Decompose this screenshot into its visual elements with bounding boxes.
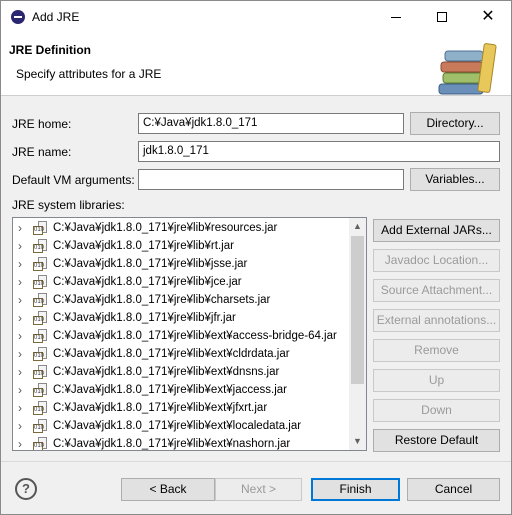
list-item[interactable]: › 010 C:¥Java¥jdk1.8.0_171¥jre¥lib¥ext¥jfx…	[13, 400, 350, 418]
javadoc-location-button[interactable]: Javadoc Location...	[373, 249, 500, 272]
list-item[interactable]: › 010 C:¥Java¥jdk1.8.0_171¥jre¥lib¥ext¥loc…	[13, 418, 350, 436]
library-path: C:¥Java¥jdk1.8.0_171¥jre¥lib¥ext¥dnsns.j…	[53, 366, 280, 378]
jre-name-label: JRE name:	[12, 145, 72, 159]
chevron-right-icon[interactable]: ›	[18, 365, 22, 379]
chevron-right-icon[interactable]: ›	[18, 257, 22, 271]
jre-name-field[interactable]: jdk1.8.0_171	[138, 141, 500, 162]
jar-file-icon: 010	[33, 311, 47, 326]
jre-home-label: JRE home:	[12, 117, 72, 131]
jar-file-icon: 010	[33, 275, 47, 290]
library-path: C:¥Java¥jdk1.8.0_171¥jre¥lib¥ext¥localed…	[53, 420, 302, 432]
cancel-button[interactable]: Cancel	[407, 478, 500, 501]
restore-default-button[interactable]: Restore Default	[373, 429, 500, 452]
jar-file-icon: 010	[33, 329, 47, 344]
directory-button[interactable]: Directory...	[410, 112, 500, 135]
scroll-up-icon[interactable]: ▲	[349, 218, 366, 235]
jar-file-icon: 010	[33, 401, 47, 416]
chevron-right-icon[interactable]: ›	[18, 221, 22, 235]
library-path: C:¥Java¥jdk1.8.0_171¥jre¥lib¥ext¥nashorn…	[53, 438, 291, 450]
list-item[interactable]: › 010 C:¥Java¥jdk1.8.0_171¥jre¥lib¥jsse.ja…	[13, 256, 350, 274]
books-icon	[438, 43, 497, 95]
window-title: Add JRE	[32, 10, 80, 24]
list-item[interactable]: › 010 C:¥Java¥jdk1.8.0_171¥jre¥lib¥ext¥nas…	[13, 436, 350, 450]
maximize-icon	[437, 12, 447, 23]
list-item[interactable]: › 010 C:¥Java¥jdk1.8.0_171¥jre¥lib¥jce.jar	[13, 274, 350, 292]
close-button[interactable]: ✕	[465, 1, 511, 32]
footer-divider	[1, 461, 511, 462]
list-item[interactable]: › 010 C:¥Java¥jdk1.8.0_171¥jre¥lib¥charset…	[13, 292, 350, 310]
source-attachment-button[interactable]: Source Attachment...	[373, 279, 500, 302]
jar-file-icon: 010	[33, 419, 47, 434]
library-path: C:¥Java¥jdk1.8.0_171¥jre¥lib¥ext¥access-…	[53, 330, 337, 342]
library-path: C:¥Java¥jdk1.8.0_171¥jre¥lib¥ext¥cldrdat…	[53, 348, 290, 360]
library-path: C:¥Java¥jdk1.8.0_171¥jre¥lib¥jfr.jar	[53, 312, 236, 324]
chevron-right-icon[interactable]: ›	[18, 275, 22, 289]
libraries-label: JRE system libraries:	[12, 198, 125, 212]
jre-libraries-list[interactable]: › 010 C:¥Java¥jdk1.8.0_171¥jre¥lib¥resourc…	[12, 217, 367, 451]
list-scrollbar[interactable]: ▲ ▼	[349, 218, 366, 450]
library-path: C:¥Java¥jdk1.8.0_171¥jre¥lib¥ext¥jfxrt.j…	[53, 402, 268, 414]
chevron-right-icon[interactable]: ›	[18, 347, 22, 361]
list-item[interactable]: › 010 C:¥Java¥jdk1.8.0_171¥jre¥lib¥ext¥acc…	[13, 328, 350, 346]
jar-file-icon: 010	[33, 365, 47, 380]
chevron-right-icon[interactable]: ›	[18, 383, 22, 397]
help-icon[interactable]: ?	[15, 478, 37, 500]
jar-file-icon: 010	[33, 383, 47, 398]
jar-file-icon: 010	[33, 293, 47, 308]
chevron-right-icon[interactable]: ›	[18, 401, 22, 415]
chevron-right-icon[interactable]: ›	[18, 239, 22, 253]
jre-home-field[interactable]: C:¥Java¥jdk1.8.0_171	[138, 113, 404, 134]
next-button[interactable]: Next >	[215, 478, 302, 501]
add-jre-dialog: Add JRE ✕ JRE Definition Specify attribu…	[0, 0, 512, 515]
maximize-button[interactable]	[419, 1, 465, 32]
chevron-right-icon[interactable]: ›	[18, 311, 22, 325]
library-path: C:¥Java¥jdk1.8.0_171¥jre¥lib¥ext¥jaccess…	[53, 384, 287, 396]
minimize-button[interactable]	[373, 1, 419, 32]
list-item[interactable]: › 010 C:¥Java¥jdk1.8.0_171¥jre¥lib¥ext¥cld…	[13, 346, 350, 364]
library-path: C:¥Java¥jdk1.8.0_171¥jre¥lib¥charsets.ja…	[53, 294, 271, 306]
chevron-right-icon[interactable]: ›	[18, 419, 22, 433]
list-item[interactable]: › 010 C:¥Java¥jdk1.8.0_171¥jre¥lib¥jfr.jar	[13, 310, 350, 328]
scrollbar-thumb[interactable]	[351, 236, 364, 384]
remove-button[interactable]: Remove	[373, 339, 500, 362]
list-item[interactable]: › 010 C:¥Java¥jdk1.8.0_171¥jre¥lib¥resourc…	[13, 220, 350, 238]
list-item[interactable]: › 010 C:¥Java¥jdk1.8.0_171¥jre¥lib¥rt.jar	[13, 238, 350, 256]
library-path: C:¥Java¥jdk1.8.0_171¥jre¥lib¥rt.jar	[53, 240, 234, 252]
list-item[interactable]: › 010 C:¥Java¥jdk1.8.0_171¥jre¥lib¥ext¥jac…	[13, 382, 350, 400]
chevron-right-icon[interactable]: ›	[18, 329, 22, 343]
jar-file-icon: 010	[33, 221, 47, 236]
header-title: JRE Definition	[9, 43, 92, 57]
eclipse-icon	[11, 10, 25, 24]
scroll-down-icon[interactable]: ▼	[349, 433, 366, 450]
chevron-right-icon[interactable]: ›	[18, 437, 22, 450]
up-button[interactable]: Up	[373, 369, 500, 392]
down-button[interactable]: Down	[373, 399, 500, 422]
header-description: Specify attributes for a JRE	[16, 67, 162, 81]
library-path: C:¥Java¥jdk1.8.0_171¥jre¥lib¥jce.jar	[53, 276, 242, 288]
vm-args-label: Default VM arguments:	[12, 173, 135, 187]
finish-button[interactable]: Finish	[311, 478, 400, 501]
title-bar: Add JRE ✕	[1, 1, 511, 32]
jar-file-icon: 010	[33, 239, 47, 254]
minimize-icon	[391, 16, 401, 18]
dialog-header: JRE Definition Specify attributes for a …	[1, 32, 511, 96]
add-external-jars-button[interactable]: Add External JARs...	[373, 219, 500, 242]
library-path: C:¥Java¥jdk1.8.0_171¥jre¥lib¥jsse.jar	[53, 258, 248, 270]
jar-file-icon: 010	[33, 437, 47, 450]
external-annotations-button[interactable]: External annotations...	[373, 309, 500, 332]
back-button[interactable]: < Back	[121, 478, 215, 501]
jar-file-icon: 010	[33, 347, 47, 362]
chevron-right-icon[interactable]: ›	[18, 293, 22, 307]
vm-args-field[interactable]	[138, 169, 404, 190]
library-path: C:¥Java¥jdk1.8.0_171¥jre¥lib¥resources.j…	[53, 222, 278, 234]
jar-file-icon: 010	[33, 257, 47, 272]
list-item[interactable]: › 010 C:¥Java¥jdk1.8.0_171¥jre¥lib¥ext¥dns…	[13, 364, 350, 382]
variables-button[interactable]: Variables...	[410, 168, 500, 191]
